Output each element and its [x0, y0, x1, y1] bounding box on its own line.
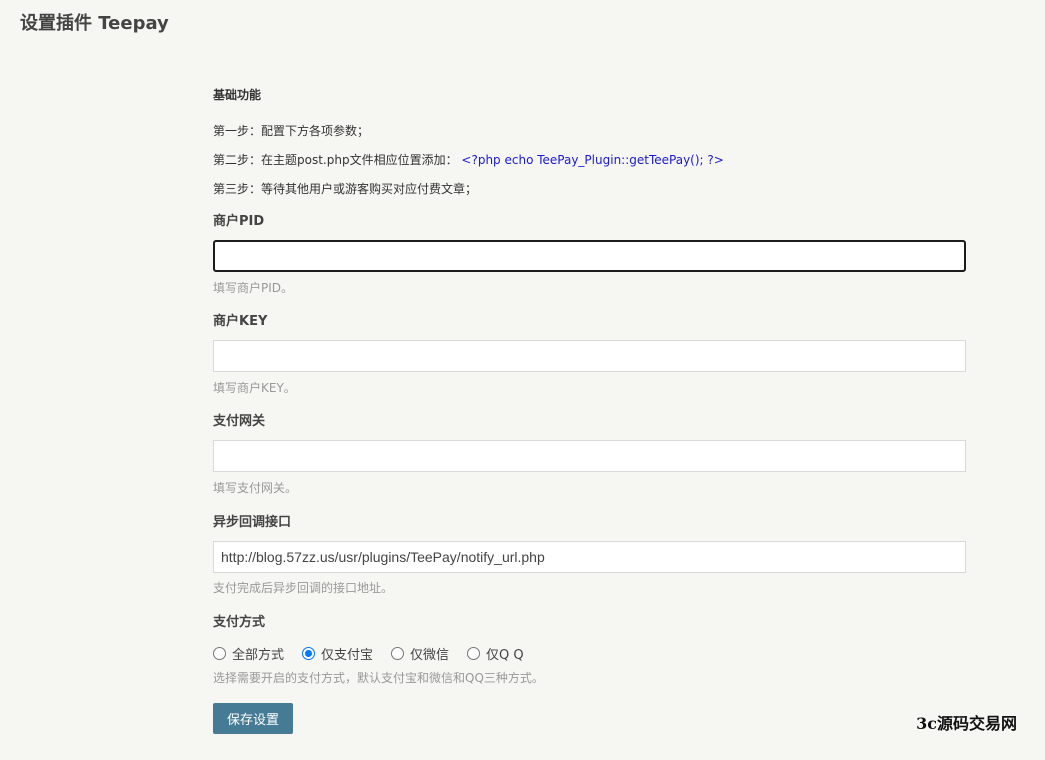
payment-method-hint: 选择需要开启的支付方式，默认支付宝和微信和QQ三种方式。: [213, 671, 544, 685]
payment-method-radio-group: 全部方式 仅支付宝 仅微信 仅Q Q: [213, 643, 542, 663]
radio-label-all: 全部方式: [232, 647, 285, 663]
radio-option-qq[interactable]: 仅Q Q: [467, 644, 524, 663]
step-2-text: 第二步：在主题post.php文件相应位置添加： <?php echo TeeP…: [213, 152, 724, 168]
gateway-label: 支付网关: [213, 414, 266, 429]
key-hint: 填写商户KEY。: [213, 381, 296, 395]
gateway-input[interactable]: [213, 440, 966, 472]
pid-hint: 填写商户PID。: [213, 281, 294, 295]
radio-button-alipay[interactable]: [302, 646, 316, 660]
step-1-text: 第一步：配置下方各项参数；: [213, 124, 370, 138]
step-3-text: 第三步：等待其他用户或游客购买对应付费文章；: [213, 182, 478, 196]
radio-button-qq[interactable]: [467, 646, 481, 660]
radio-button-all[interactable]: [213, 646, 226, 660]
radio-label-alipay: 仅支付宝: [321, 647, 374, 663]
watermark-text: 3c源码交易网: [916, 714, 1017, 733]
section-title: 基础功能: [213, 88, 262, 102]
radio-option-all[interactable]: 全部方式: [213, 644, 284, 663]
pid-input[interactable]: [213, 240, 966, 272]
key-input[interactable]: [213, 340, 966, 372]
notify-url-input[interactable]: [213, 541, 966, 573]
step-2-code: <?php echo TeePay_Plugin::getTeePay(); ?…: [461, 153, 724, 167]
notify-url-hint: 支付完成后异步回调的接口地址。: [213, 581, 394, 595]
radio-option-alipay[interactable]: 仅支付宝: [302, 644, 373, 663]
radio-label-qq: 仅Q Q: [486, 647, 524, 663]
page-title: 设置插件 Teepay: [20, 13, 169, 34]
gateway-hint: 填写支付网关。: [213, 481, 298, 495]
radio-button-wechat[interactable]: [391, 646, 405, 660]
pid-label: 商户PID: [213, 214, 265, 229]
notify-url-label: 异步回调接口: [213, 515, 292, 530]
payment-method-label: 支付方式: [213, 615, 266, 630]
step-2-prefix: 第二步：在主题post.php文件相应位置添加：: [213, 153, 458, 167]
save-settings-button[interactable]: 保存设置: [213, 703, 293, 734]
radio-option-wechat[interactable]: 仅微信: [391, 644, 449, 663]
radio-label-wechat: 仅微信: [410, 647, 450, 663]
key-label: 商户KEY: [213, 314, 268, 329]
